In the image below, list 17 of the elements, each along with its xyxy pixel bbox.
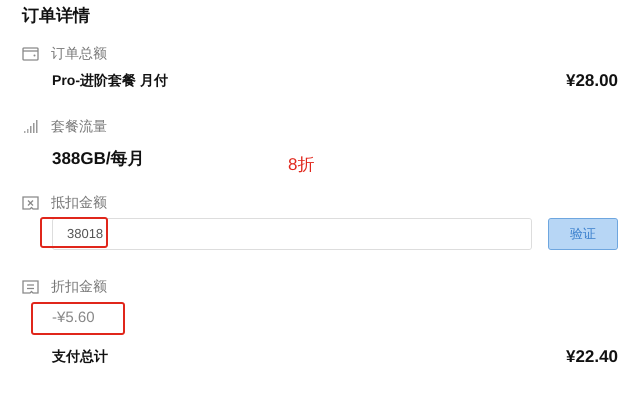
field-label: 订单总额 [51,44,107,62]
field-label: 套餐流量 [51,117,107,136]
plan-name: Pro-进阶套餐 月付 [52,71,168,90]
field-label: 抵扣金额 [51,193,107,212]
page-title: 订单详情 [22,5,91,27]
total-amount: ¥22.40 [566,346,618,368]
total-label: 支付总计 [52,346,108,366]
price-amount: ¥28.00 [566,70,618,92]
discount-value: -¥5.60 [52,308,95,326]
traffic-value: 388GB/每月 [52,148,145,168]
annotation-text: 8折 [288,154,314,176]
code-field[interactable]: 38018 [52,218,532,250]
field-label: 折扣金额 [51,277,107,296]
signal-icon [22,119,39,134]
wallet-icon [22,46,39,60]
receipt-icon [22,279,39,294]
coupon-icon [22,195,39,210]
